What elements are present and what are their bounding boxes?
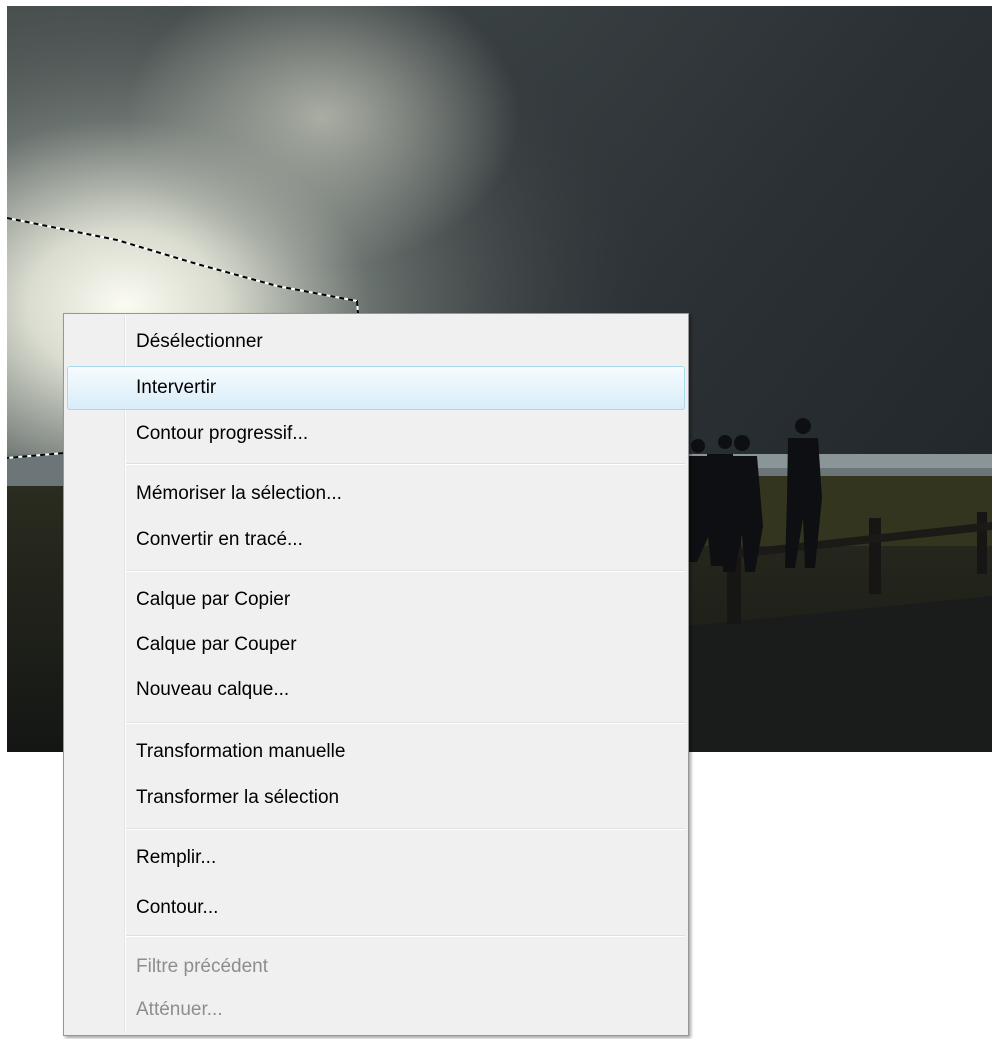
- menu-item-layer-via-cut[interactable]: Calque par Couper: [67, 623, 685, 667]
- menu-item-stroke[interactable]: Contour...: [67, 886, 685, 930]
- menu-separator: [126, 935, 685, 937]
- menu-item-layer-via-copy[interactable]: Calque par Copier: [67, 578, 685, 622]
- menu-item-label: Nouveau calque...: [136, 679, 290, 700]
- context-menu: Désélectionner Intervertir Contour progr…: [63, 313, 689, 1036]
- menu-item-label: Convertir en tracé...: [136, 529, 303, 550]
- menu-item-transform-selection[interactable]: Transformer la sélection: [67, 776, 685, 820]
- menu-item-fade: Atténuer...: [67, 988, 685, 1032]
- menu-item-label: Contour...: [136, 897, 219, 918]
- menu-item-deselect[interactable]: Désélectionner: [67, 320, 685, 364]
- menu-item-label: Remplir...: [136, 847, 217, 868]
- menu-separator: [126, 463, 685, 465]
- menu-item-label: Désélectionner: [136, 331, 263, 352]
- menu-item-invert[interactable]: Intervertir: [67, 366, 685, 410]
- menu-separator: [126, 570, 685, 572]
- menu-item-label: Mémoriser la sélection...: [136, 483, 342, 504]
- screenshot-stage: Désélectionner Intervertir Contour progr…: [0, 0, 992, 1039]
- menu-item-free-transform[interactable]: Transformation manuelle: [67, 730, 685, 774]
- menu-item-label: Transformation manuelle: [136, 741, 346, 762]
- menu-item-label: Contour progressif...: [136, 423, 309, 444]
- menu-item-label: Filtre précédent: [136, 956, 269, 977]
- menu-item-label: Calque par Couper: [136, 634, 297, 655]
- menu-item-make-path[interactable]: Convertir en tracé...: [67, 518, 685, 562]
- menu-item-fill[interactable]: Remplir...: [67, 836, 685, 880]
- menu-item-label: Atténuer...: [136, 999, 223, 1020]
- menu-separator: [126, 722, 685, 724]
- menu-item-new-layer[interactable]: Nouveau calque...: [67, 668, 685, 712]
- menu-separator: [126, 828, 685, 830]
- menu-item-label: Calque par Copier: [136, 589, 291, 610]
- menu-item-save-selection[interactable]: Mémoriser la sélection...: [67, 472, 685, 516]
- menu-item-last-filter: Filtre précédent: [67, 945, 685, 989]
- menu-item-label: Intervertir: [136, 377, 217, 398]
- menu-item-feather[interactable]: Contour progressif...: [67, 412, 685, 456]
- menu-item-label: Transformer la sélection: [136, 787, 340, 808]
